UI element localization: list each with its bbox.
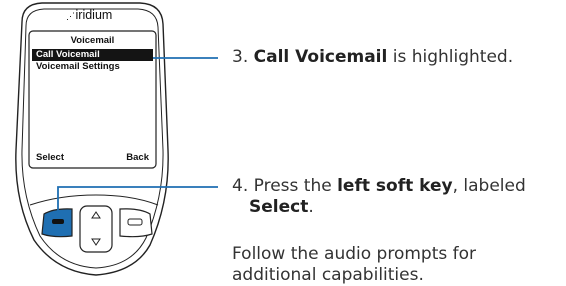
right-soft-key [119, 208, 153, 238]
screen-title: Voicemail [70, 35, 115, 46]
brand-logo: ⋰iridium [66, 8, 113, 22]
menu-item-voicemail-settings[interactable]: Voicemail Settings [32, 61, 153, 73]
callout-step-3: 3. Call Voicemail is highlighted. [232, 47, 514, 67]
callout-follow-prompts: Follow the audio prompts for additional … [232, 244, 477, 285]
right-soft-key-label[interactable]: Back [126, 152, 149, 164]
left-soft-key-label[interactable]: Select [36, 152, 64, 164]
brand-text: iridium [75, 8, 113, 22]
callout-step-4: 4. Press the left soft key, labeled Sele… [232, 176, 526, 217]
menu-item-call-voicemail[interactable]: Call Voicemail [32, 49, 153, 61]
phone-screen: Voicemail Call Voicemail Voicemail Setti… [32, 34, 153, 165]
